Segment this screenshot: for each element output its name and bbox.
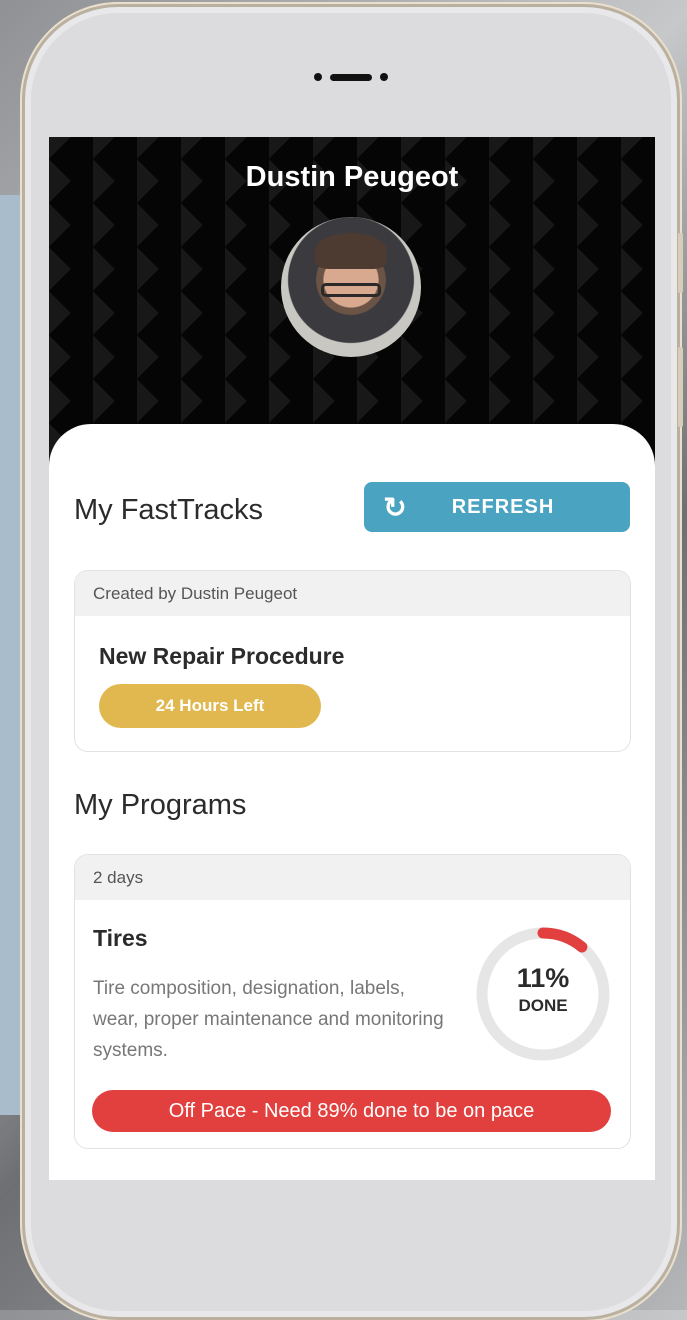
- phone-speaker: [314, 73, 388, 81]
- fasttrack-card[interactable]: Created by Dustin Peugeot New Repair Pro…: [74, 570, 631, 752]
- fasttrack-title: New Repair Procedure: [99, 643, 345, 669]
- refresh-icon: ↻: [383, 491, 407, 523]
- pace-status-badge: Off Pace - Need 89% done to be on pace: [92, 1090, 611, 1132]
- phone-side-button: [678, 233, 683, 293]
- program-card[interactable]: 2 days Tires Tire composition, designati…: [74, 854, 631, 1149]
- user-name: Dustin Peugeot: [245, 161, 459, 193]
- progress-done-label: DONE: [518, 996, 568, 1015]
- main-content: My FastTracks ↻ REFRESH Created by Dusti…: [49, 424, 655, 1180]
- phone-side-button: [678, 347, 683, 427]
- progress-percent: 11%: [516, 963, 570, 993]
- fasttrack-created-by: Created by Dustin Peugeot: [75, 571, 630, 616]
- progress-readout: 11% DONE: [472, 963, 614, 1016]
- fasttracks-title: My FastTracks: [74, 494, 264, 526]
- phone-frame: Dustin Peugeot My FastTracks ↻ REFRESH C…: [22, 4, 683, 1320]
- app-screen: Dustin Peugeot My FastTracks ↻ REFRESH C…: [49, 137, 655, 1180]
- avatar[interactable]: [281, 217, 421, 357]
- refresh-button[interactable]: ↻ REFRESH: [364, 482, 630, 532]
- program-duration: 2 days: [75, 855, 630, 900]
- program-title: Tires: [93, 925, 148, 951]
- profile-header: Dustin Peugeot: [49, 137, 655, 467]
- programs-title: My Programs: [74, 789, 247, 821]
- time-left-badge: 24 Hours Left: [99, 684, 321, 728]
- program-description: Tire composition, designation, labels, w…: [93, 978, 444, 1061]
- refresh-label: REFRESH: [451, 495, 555, 518]
